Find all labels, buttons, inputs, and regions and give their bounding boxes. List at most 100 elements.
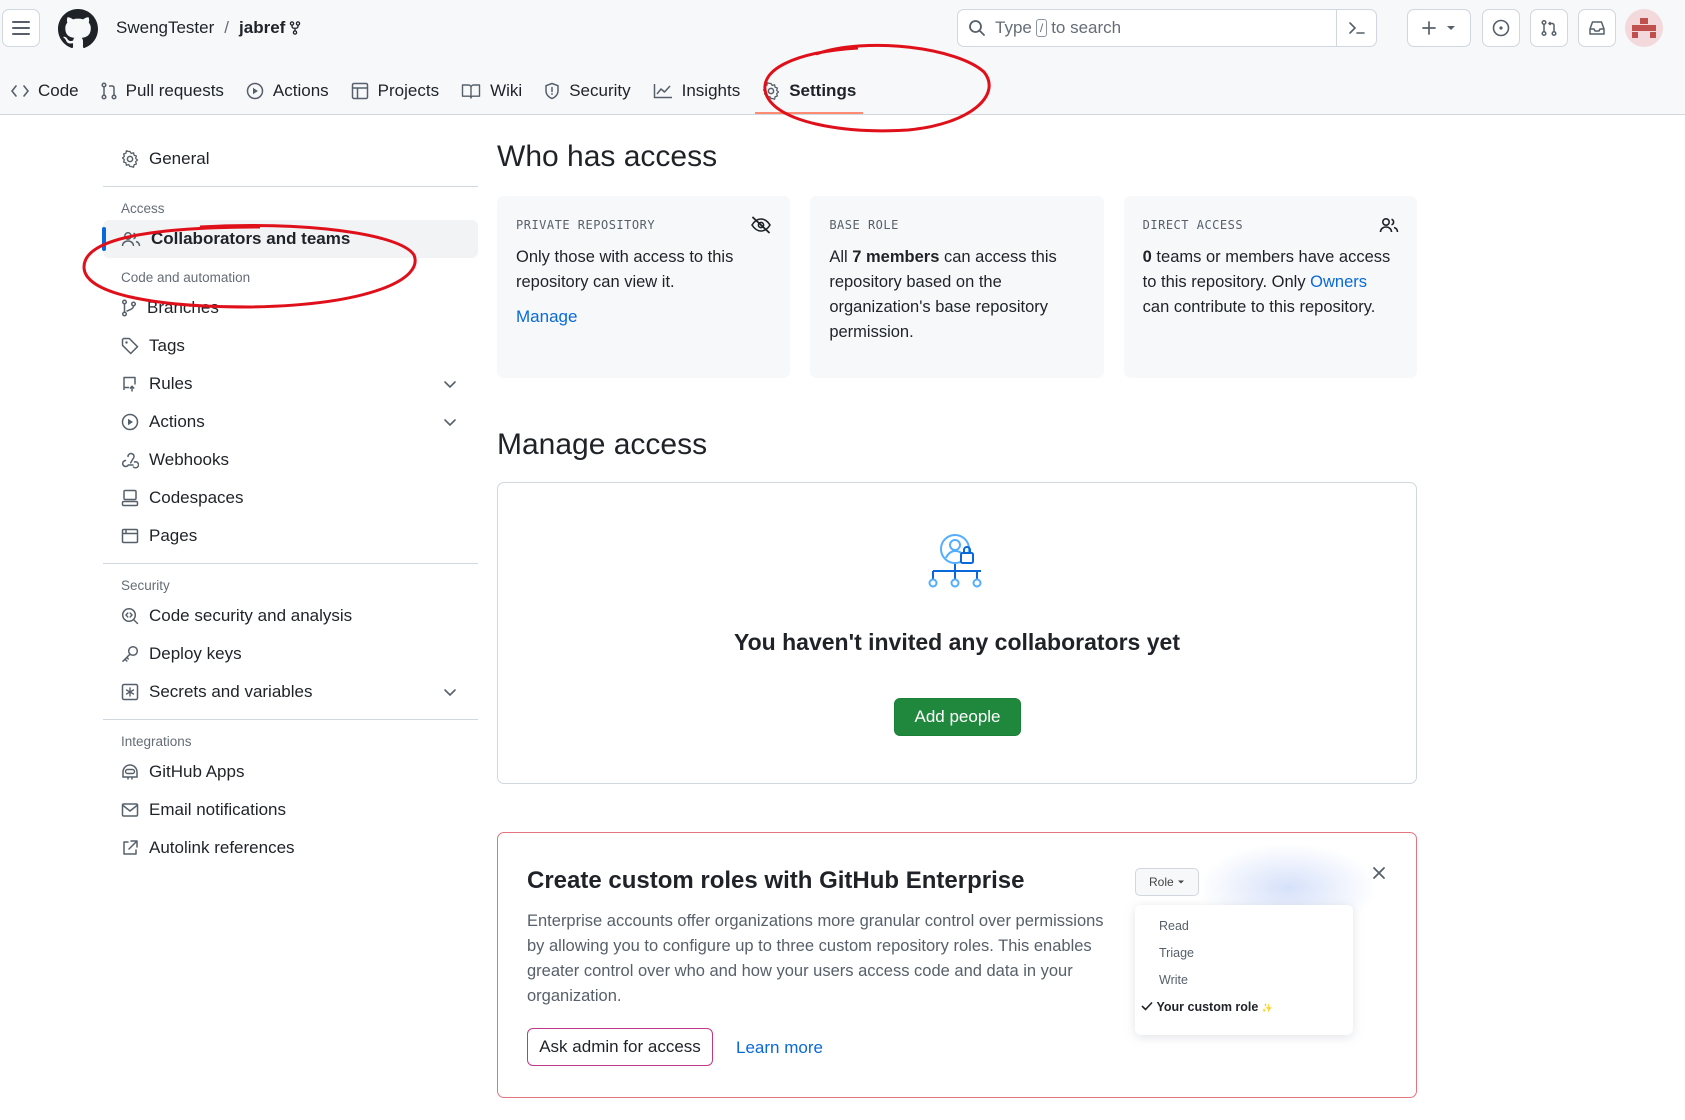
shield-icon [545, 82, 559, 100]
people-icon [121, 232, 141, 247]
github-logo[interactable] [58, 9, 98, 49]
asterisk-square-icon [121, 683, 139, 701]
book-icon [461, 84, 481, 99]
chevron-down-icon[interactable] [442, 414, 458, 430]
tab-settings[interactable]: Settings [751, 68, 867, 114]
issues-button[interactable] [1482, 9, 1520, 47]
breadcrumb: SwengTester / jabref [116, 18, 301, 38]
repo-nav-tabs: Code Pull requests Actions Projects Wiki… [0, 68, 867, 114]
divider [103, 186, 478, 187]
close-icon[interactable] [1371, 865, 1387, 881]
fork-icon [290, 21, 301, 35]
sidebar-item-tags[interactable]: Tags [103, 327, 478, 365]
chevron-down-icon[interactable] [442, 376, 458, 392]
gear-icon [121, 150, 139, 168]
members-count: 7 members [852, 248, 940, 266]
owners-link[interactable]: Owners [1310, 273, 1367, 291]
ask-admin-button[interactable]: Ask admin for access [527, 1028, 713, 1066]
sidebar-item-secrets[interactable]: Secrets and variables [103, 673, 478, 711]
role-dropdown-illustration: Role [1135, 868, 1199, 896]
role-option: Triage [1159, 946, 1194, 960]
tab-insights[interactable]: Insights [642, 68, 752, 114]
sidebar-item-label: Tags [149, 336, 185, 355]
mail-icon [121, 803, 139, 817]
card-text: All 7 members can access this repository… [829, 245, 1084, 345]
owner-link[interactable]: SwengTester [116, 18, 214, 38]
chevron-down-icon[interactable] [442, 684, 458, 700]
tab-wiki[interactable]: Wiki [450, 68, 533, 114]
hubot-icon [122, 764, 138, 780]
git-pull-request-icon [1541, 19, 1557, 37]
play-circle-icon [121, 413, 139, 431]
text-part: can contribute to this repository. [1142, 298, 1376, 316]
tag-icon [121, 337, 139, 355]
sidebar-item-general[interactable]: General [103, 140, 478, 178]
search-shortcut-key: / [1035, 19, 1048, 37]
sidebar-item-code-security[interactable]: Code security and analysis [103, 597, 478, 635]
sidebar-item-github-apps[interactable]: GitHub Apps [103, 753, 478, 791]
menu-button[interactable] [2, 9, 40, 47]
tab-projects[interactable]: Projects [340, 68, 450, 114]
manage-access-title: Manage access [497, 428, 708, 461]
pull-requests-button[interactable] [1530, 9, 1568, 47]
role-option: Read [1159, 919, 1189, 933]
manage-access-panel: You haven't invited any collaborators ye… [497, 482, 1417, 784]
sidebar-item-collaborators[interactable]: Collaborators and teams [102, 220, 478, 258]
sidebar-item-label: Code security and analysis [149, 606, 353, 625]
avatar[interactable] [1625, 9, 1663, 47]
identicon-icon [1632, 18, 1656, 38]
tab-label: Security [569, 81, 631, 100]
private-repository-card: PRIVATE REPOSITORY Only those with acces… [497, 196, 791, 378]
inbox-icon [1589, 21, 1605, 35]
learn-more-link[interactable]: Learn more [736, 1038, 823, 1058]
caret-down-icon [1178, 880, 1185, 884]
sidebar-item-label: Branches [147, 298, 219, 317]
role-option: Write [1159, 973, 1188, 987]
sidebar-item-branches[interactable]: Branches [103, 289, 478, 327]
tab-label: Code [38, 81, 79, 100]
sidebar-item-label: Pages [149, 526, 198, 545]
tab-pull-requests[interactable]: Pull requests [90, 68, 235, 114]
sidebar-group-code: Code and automation [121, 270, 251, 285]
tab-security[interactable]: Security [533, 68, 641, 114]
search-input[interactable]: Type / to search [957, 9, 1377, 47]
people-icon [1379, 217, 1399, 233]
text-part: All [829, 248, 853, 266]
sidebar-item-deploy-keys[interactable]: Deploy keys [103, 635, 478, 673]
custom-role-label: Your custom role [1156, 1000, 1259, 1014]
browser-icon [121, 528, 139, 544]
sidebar-item-codespaces[interactable]: Codespaces [103, 479, 478, 517]
search-icon [969, 20, 985, 36]
sidebar-item-label: Autolink references [149, 838, 295, 857]
eye-closed-icon [751, 216, 772, 234]
sidebar-item-webhooks[interactable]: Webhooks [103, 441, 478, 479]
search-placeholder-suffix: to search [1051, 18, 1122, 37]
sidebar-item-email[interactable]: Email notifications [103, 791, 478, 829]
promo-title: Create custom roles with GitHub Enterpri… [527, 867, 1025, 894]
sidebar-group-integrations: Integrations [121, 734, 192, 749]
repo-link[interactable]: jabref [239, 18, 285, 38]
link-external-icon [123, 840, 138, 855]
tab-code[interactable]: Code [0, 68, 90, 114]
graph-icon [653, 84, 672, 99]
breadcrumb-separator: / [224, 18, 230, 37]
manage-link[interactable]: Manage [516, 307, 577, 327]
card-label: DIRECT ACCESS [1142, 218, 1244, 232]
role-label: Role [1148, 875, 1174, 889]
divider [103, 563, 478, 564]
search-placeholder-prefix: Type [995, 18, 1032, 37]
tab-actions[interactable]: Actions [235, 68, 340, 114]
command-palette-button[interactable] [1336, 10, 1376, 46]
tab-label: Projects [377, 81, 440, 100]
sidebar-group-security: Security [121, 578, 170, 593]
create-new-button[interactable] [1407, 9, 1471, 47]
sidebar-item-actions[interactable]: Actions [103, 403, 478, 441]
sidebar-item-pages[interactable]: Pages [103, 517, 478, 555]
base-role-card: BASE ROLE All 7 members can access this … [810, 196, 1104, 378]
inbox-button[interactable] [1578, 9, 1616, 47]
play-circle-icon [246, 82, 264, 100]
card-label: BASE ROLE [829, 218, 899, 232]
sidebar-item-autolink[interactable]: Autolink references [103, 829, 478, 867]
sidebar-item-rules[interactable]: Rules [103, 365, 478, 403]
add-people-button[interactable]: Add people [894, 698, 1021, 736]
